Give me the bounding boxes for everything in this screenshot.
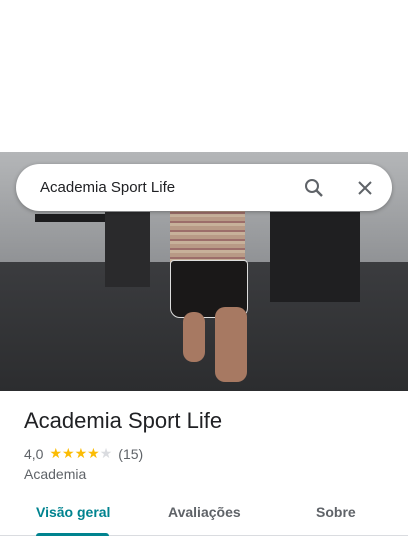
search-input[interactable]: Academia Sport Life [40,179,175,196]
tab-about[interactable]: Sobre [316,504,356,520]
star-icon: ★ [49,445,63,461]
tab-reviews[interactable]: Avaliações [168,504,241,520]
active-tab-indicator [36,533,109,536]
star-icon: ★ [62,445,75,461]
star-rating: ★★★★★ [49,445,112,462]
photo-leg [183,312,205,362]
tab-bar: Visão geral Avaliações Sobre [0,494,408,536]
photo-leg [215,307,247,382]
rating-value: 4,0 [24,445,44,462]
star-icon: ★ [87,445,100,461]
photo-machine [105,212,150,287]
place-category[interactable]: Academia [24,466,86,482]
tab-overview[interactable]: Visão geral [36,504,110,520]
rating-row[interactable]: 4,0 ★★★★★ (15) [24,445,143,462]
search-icon[interactable] [302,176,326,200]
star-icon: ★ [74,445,88,461]
photo-machine [270,212,360,302]
place-title: Academia Sport Life [24,408,223,433]
review-count[interactable]: (15) [118,446,143,462]
star-empty-icon: ★ [99,445,113,461]
close-icon[interactable] [353,176,377,200]
search-bar[interactable]: Academia Sport Life [16,164,392,211]
